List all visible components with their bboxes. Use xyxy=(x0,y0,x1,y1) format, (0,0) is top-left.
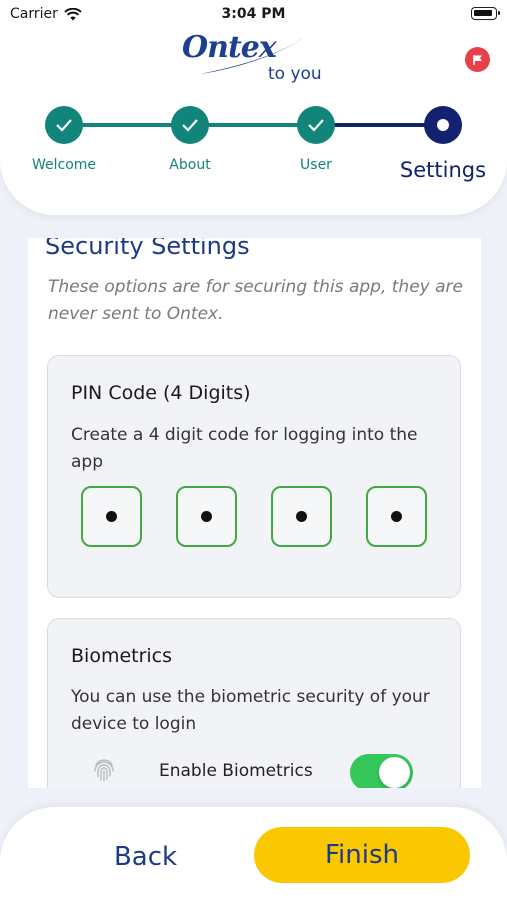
step-about-dot xyxy=(171,106,209,144)
app-header: Carrier 3:04 PM Ontex to you Welcome Abo… xyxy=(0,0,507,215)
brand-logo: Ontex to you xyxy=(182,30,332,90)
settings-content[interactable]: Security Settings These options are for … xyxy=(28,238,481,788)
checkmark-icon xyxy=(308,119,324,132)
current-step-indicator xyxy=(437,119,449,131)
step-label-about: About xyxy=(169,157,211,173)
fingerprint-icon xyxy=(94,759,114,782)
brand-tagline: to you xyxy=(268,64,322,84)
biometrics-toggle-switch[interactable] xyxy=(350,754,413,788)
pin-card-text: Create a 4 digit code for logging into t… xyxy=(71,425,418,472)
pin-digit-1[interactable] xyxy=(81,486,142,547)
biometrics-toggle-row: Enable Biometrics xyxy=(48,751,462,788)
battery-icon xyxy=(471,7,500,20)
finish-button[interactable]: Finish xyxy=(254,827,470,883)
section-title: Security Settings xyxy=(45,238,250,260)
biometrics-toggle-label: Enable Biometrics xyxy=(159,761,313,781)
pin-digit-3[interactable] xyxy=(271,486,332,547)
pin-dot xyxy=(201,511,212,522)
bottom-action-bar: Back Finish xyxy=(0,807,507,900)
pin-dot xyxy=(296,511,307,522)
pin-dot xyxy=(391,511,402,522)
flag-icon xyxy=(472,54,482,65)
step-label-settings: Settings xyxy=(399,158,487,182)
progress-stepper: Welcome About User Settings xyxy=(0,100,507,200)
step-label-welcome: Welcome xyxy=(31,157,97,173)
section-description: These options are for securing this app,… xyxy=(48,277,463,324)
pin-code-card: PIN Code (4 Digits) Create a 4 digit cod… xyxy=(47,355,461,598)
pin-digit-4[interactable] xyxy=(366,486,427,547)
checkmark-icon xyxy=(56,119,72,132)
toggle-knob xyxy=(379,757,410,788)
report-flag-button[interactable] xyxy=(465,47,490,72)
pin-dot xyxy=(106,511,117,522)
step-label-user: User xyxy=(300,157,332,173)
brand-name: Ontex xyxy=(182,30,277,65)
step-user-dot xyxy=(297,106,335,144)
step-settings-dot xyxy=(424,106,462,144)
step-welcome-dot xyxy=(45,106,83,144)
biometrics-card-title: Biometrics xyxy=(71,645,173,667)
status-time: 3:04 PM xyxy=(221,6,286,22)
pin-card-title: PIN Code (4 Digits) xyxy=(71,382,251,404)
status-bar: Carrier 3:04 PM xyxy=(0,0,507,30)
checkmark-icon xyxy=(182,119,198,132)
biometrics-card-text: You can use the biometric security of yo… xyxy=(71,687,430,734)
biometrics-card: Biometrics You can use the biometric sec… xyxy=(47,618,461,788)
pin-digit-2[interactable] xyxy=(176,486,237,547)
back-button[interactable]: Back xyxy=(88,837,203,877)
